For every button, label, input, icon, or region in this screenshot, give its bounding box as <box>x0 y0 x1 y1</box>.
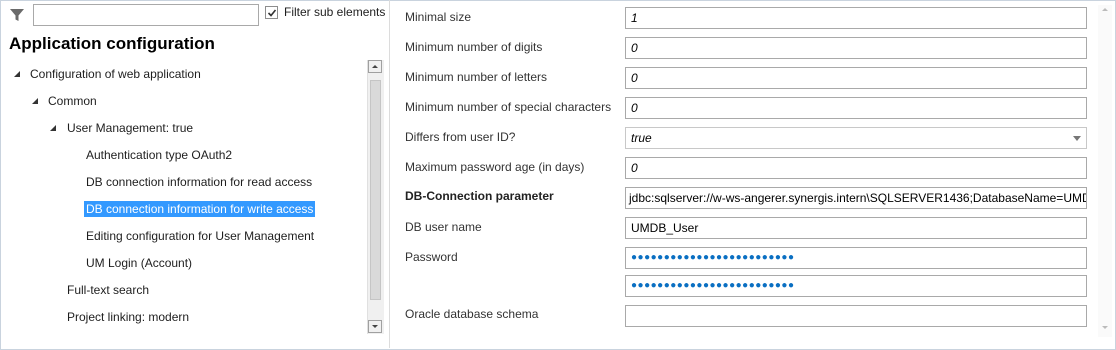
tree-node-full-text-search[interactable]: Full-text search <box>67 281 149 299</box>
pane-splitter[interactable] <box>389 0 390 348</box>
properties-scrollbar[interactable] <box>1098 5 1112 337</box>
differs-from-user-id-dropdown[interactable]: true <box>625 127 1087 149</box>
expanded-arrow-icon[interactable] <box>49 124 57 132</box>
tree-node-label: UM Login (Account) <box>86 256 193 270</box>
expanded-arrow-icon[interactable] <box>13 70 21 78</box>
password-label: Password <box>405 250 458 264</box>
max-password-age-label: Maximum password age (in days) <box>405 160 585 174</box>
db-user-name-label: DB user name <box>405 220 482 234</box>
tree-node-label: Project linking: modern <box>67 310 190 324</box>
tree-node-label: Authentication type OAuth2 <box>86 148 233 162</box>
tree-node-user-management[interactable]: User Management: true <box>49 119 193 137</box>
tree-scrollbar[interactable] <box>367 60 384 334</box>
tree-node-label: Editing configuration for User Managemen… <box>86 229 315 243</box>
min-digits-input[interactable]: 0 <box>625 37 1087 59</box>
page-title: Application configuration <box>9 34 215 53</box>
tree-node-db-read-access[interactable]: DB connection information for read acces… <box>86 173 312 191</box>
chevron-down-icon[interactable] <box>1073 136 1081 141</box>
arrow-up-icon <box>372 65 378 68</box>
dropdown-value: true <box>631 131 652 145</box>
password-confirm-input[interactable]: ●●●●●●●●●●●●●●●●●●●●●●●●● <box>625 275 1087 297</box>
expanded-arrow-icon[interactable] <box>31 97 39 105</box>
password-input[interactable]: ●●●●●●●●●●●●●●●●●●●●●●●●● <box>625 247 1087 269</box>
min-letters-input[interactable]: 0 <box>625 67 1087 89</box>
db-user-name-input[interactable]: UMDB_User <box>625 217 1087 239</box>
min-special-chars-label: Minimum number of special characters <box>405 100 612 114</box>
tree-node-db-write-access[interactable]: DB connection information for write acce… <box>84 200 316 218</box>
min-special-chars-input[interactable]: 0 <box>625 97 1087 119</box>
filter-input[interactable] <box>33 4 259 26</box>
scroll-up-button[interactable] <box>368 60 382 73</box>
tree-node-um-login[interactable]: UM Login (Account) <box>86 254 192 272</box>
oracle-schema-label: Oracle database schema <box>405 307 539 321</box>
tree-node-label: DB connection information for write acce… <box>84 201 316 217</box>
tree-node-editing-configuration[interactable]: Editing configuration for User Managemen… <box>86 227 314 245</box>
tree-node-project-linking[interactable]: Project linking: modern <box>67 308 189 326</box>
db-connection-parameter-input[interactable]: jdbc:sqlserver://w-ws-angerer.synergis.i… <box>625 187 1087 209</box>
arrow-down-icon <box>372 325 378 328</box>
db-connection-parameter-label: DB-Connection parameter <box>405 189 554 203</box>
filter-sub-elements-checkbox[interactable] <box>265 6 278 19</box>
tree-node-label: DB connection information for read acces… <box>86 175 313 189</box>
filter-icon[interactable] <box>9 7 25 23</box>
tree-node-label: User Management: true <box>67 121 194 135</box>
minimal-size-label: Minimal size <box>405 10 472 24</box>
scroll-down-button[interactable] <box>368 320 382 333</box>
max-password-age-input[interactable]: 0 <box>625 157 1087 179</box>
tree-node-label: Full-text search <box>67 283 150 297</box>
min-letters-label: Minimum number of letters <box>405 70 548 84</box>
tree-node-label: Configuration of web application <box>30 67 201 81</box>
differs-from-user-id-label: Differs from user ID? <box>405 130 516 144</box>
filter-sub-elements-label[interactable]: Filter sub elements <box>284 5 385 19</box>
arrow-up-icon[interactable] <box>1098 5 1112 15</box>
oracle-schema-input[interactable] <box>625 305 1087 327</box>
tree-node-configuration-of-web-application[interactable]: Configuration of web application <box>13 65 201 83</box>
arrow-down-icon[interactable] <box>1098 323 1112 333</box>
tree-node-label: Common <box>48 94 97 108</box>
min-digits-label: Minimum number of digits <box>405 40 543 54</box>
scrollbar-thumb[interactable] <box>370 80 381 300</box>
tree-node-common[interactable]: Common <box>31 92 97 110</box>
configuration-tree: Configuration of web application Common … <box>0 60 366 336</box>
tree-node-authentication-type[interactable]: Authentication type OAuth2 <box>86 146 232 164</box>
minimal-size-input[interactable]: 1 <box>625 7 1087 29</box>
